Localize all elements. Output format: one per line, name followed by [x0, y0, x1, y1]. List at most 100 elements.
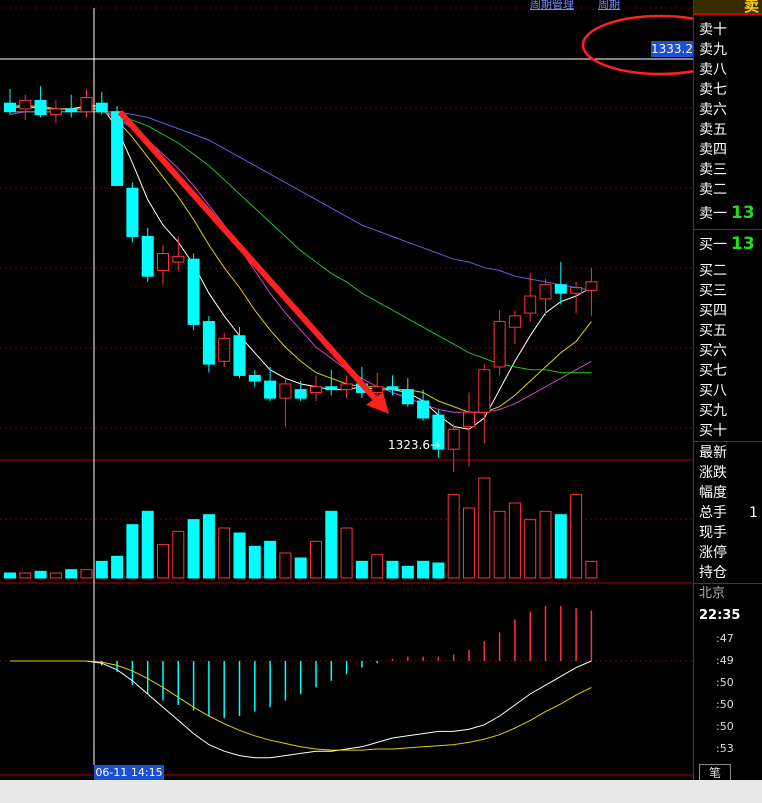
quote-volume-row: 总手 1: [699, 505, 758, 521]
volume-bars: [4, 477, 598, 579]
candle-body: [187, 258, 200, 325]
volume-bar: [218, 527, 231, 579]
volume-bar: [49, 572, 62, 579]
candle-body: [417, 400, 430, 419]
candle-body: [279, 383, 292, 399]
kline-chart[interactable]: [0, 0, 693, 803]
tick-city: 北京: [699, 586, 726, 601]
tick-row: :50: [716, 720, 734, 733]
volume-bar: [508, 502, 521, 579]
volume-bar: [432, 562, 445, 579]
volume-bar: [294, 557, 307, 579]
buy-7-label: 买七: [699, 363, 727, 379]
sell-1-row: 卖一 13: [699, 203, 755, 223]
cycle-manage-link[interactable]: 周期管理: [530, 0, 574, 12]
quote-change-label: 涨跌: [699, 465, 727, 481]
sell-3-label: 卖三: [699, 162, 727, 178]
volume-bar: [539, 510, 552, 579]
quote-open-interest-row: 持仓: [699, 565, 727, 581]
quote-volume-label: 总手: [699, 505, 727, 521]
volume-bar: [34, 570, 47, 579]
volume-bar: [325, 510, 338, 579]
sell-5-label: 卖五: [699, 122, 727, 138]
low-price-label: 1323.6→: [388, 438, 441, 452]
volume-bar: [447, 494, 460, 579]
buy-9-label: 买九: [699, 403, 727, 419]
tick-row: :50: [716, 676, 734, 689]
candle-body: [80, 97, 93, 113]
sell-9-label: 卖九: [699, 42, 727, 58]
buy-6-label: 买六: [699, 343, 727, 359]
volume-bar: [570, 494, 583, 579]
volume-bar: [524, 519, 537, 579]
candle-body: [294, 389, 307, 399]
crosshair-time-label: 06-11 14:15: [94, 765, 164, 780]
sell-2-label: 卖二: [699, 182, 727, 198]
volume-bar: [111, 555, 124, 579]
tick-row: :47: [716, 632, 734, 645]
volume-bar: [19, 572, 32, 579]
cycle-link[interactable]: 周期: [598, 0, 620, 12]
candle-body: [508, 315, 521, 328]
volume-bar: [202, 514, 215, 579]
volume-bar: [233, 532, 246, 579]
buy-5-label: 买五: [699, 323, 727, 339]
panel-header: 卖: [694, 0, 762, 13]
candle-body: [524, 295, 537, 314]
bottom-status-bar: [0, 780, 762, 803]
sell-4-label: 卖四: [699, 142, 727, 158]
volume-bar: [401, 565, 414, 579]
candle-body: [95, 102, 108, 113]
candle-body: [126, 187, 139, 237]
tick-row: :50: [716, 698, 734, 711]
sell-8-label: 卖八: [699, 62, 727, 78]
candle-body: [371, 386, 384, 393]
candle-body: [478, 369, 491, 413]
volume-bar: [157, 544, 169, 579]
volume-bar: [493, 510, 506, 579]
candle-body: [264, 380, 277, 399]
candle-body: [218, 338, 231, 362]
candle-body: [585, 281, 598, 291]
quote-limit-up-label: 涨停: [699, 545, 727, 561]
candle-body: [49, 108, 62, 116]
volume-bar: [95, 560, 108, 579]
quote-last-row: 最新: [699, 445, 727, 461]
volume-bar: [248, 545, 261, 579]
volume-bar: [417, 560, 430, 579]
volume-bar: [264, 540, 277, 579]
candle-body: [554, 284, 567, 294]
candle-body: [34, 99, 47, 116]
tick-time: 22:35: [699, 608, 741, 623]
crosshair-price-label: 1333.2: [651, 41, 693, 57]
sell-1-value: 13: [731, 203, 755, 223]
candle-body: [4, 102, 16, 113]
quote-range-row: 幅度: [699, 485, 727, 501]
volume-bar: [478, 477, 491, 579]
sell-7-label: 卖七: [699, 82, 727, 98]
volume-bar: [279, 552, 292, 579]
candle-body: [233, 335, 246, 376]
buy-2-label: 买二: [699, 263, 727, 279]
candle-body: [447, 428, 460, 450]
volume-bar: [4, 572, 16, 579]
candle-body: [401, 389, 414, 405]
tick-row: :49: [716, 654, 734, 667]
quote-current-row: 现手: [699, 525, 727, 541]
ma-line-blue: [10, 111, 592, 291]
volume-bar: [126, 524, 139, 579]
candle-body: [493, 321, 506, 368]
candle-body: [248, 374, 261, 382]
tick-row: :53: [716, 742, 734, 755]
candle-body: [202, 321, 215, 365]
candle-body: [141, 235, 154, 277]
sell-1-label: 卖一: [699, 206, 727, 222]
candle-body: [325, 386, 338, 391]
candle-body: [570, 287, 583, 294]
candle-body: [65, 108, 78, 113]
candle-body: [539, 284, 552, 300]
candle-body: [386, 386, 399, 391]
quote-volume-value: 1: [749, 505, 758, 521]
candle-body: [310, 386, 322, 393]
buy-1-label: 买一: [699, 237, 727, 253]
